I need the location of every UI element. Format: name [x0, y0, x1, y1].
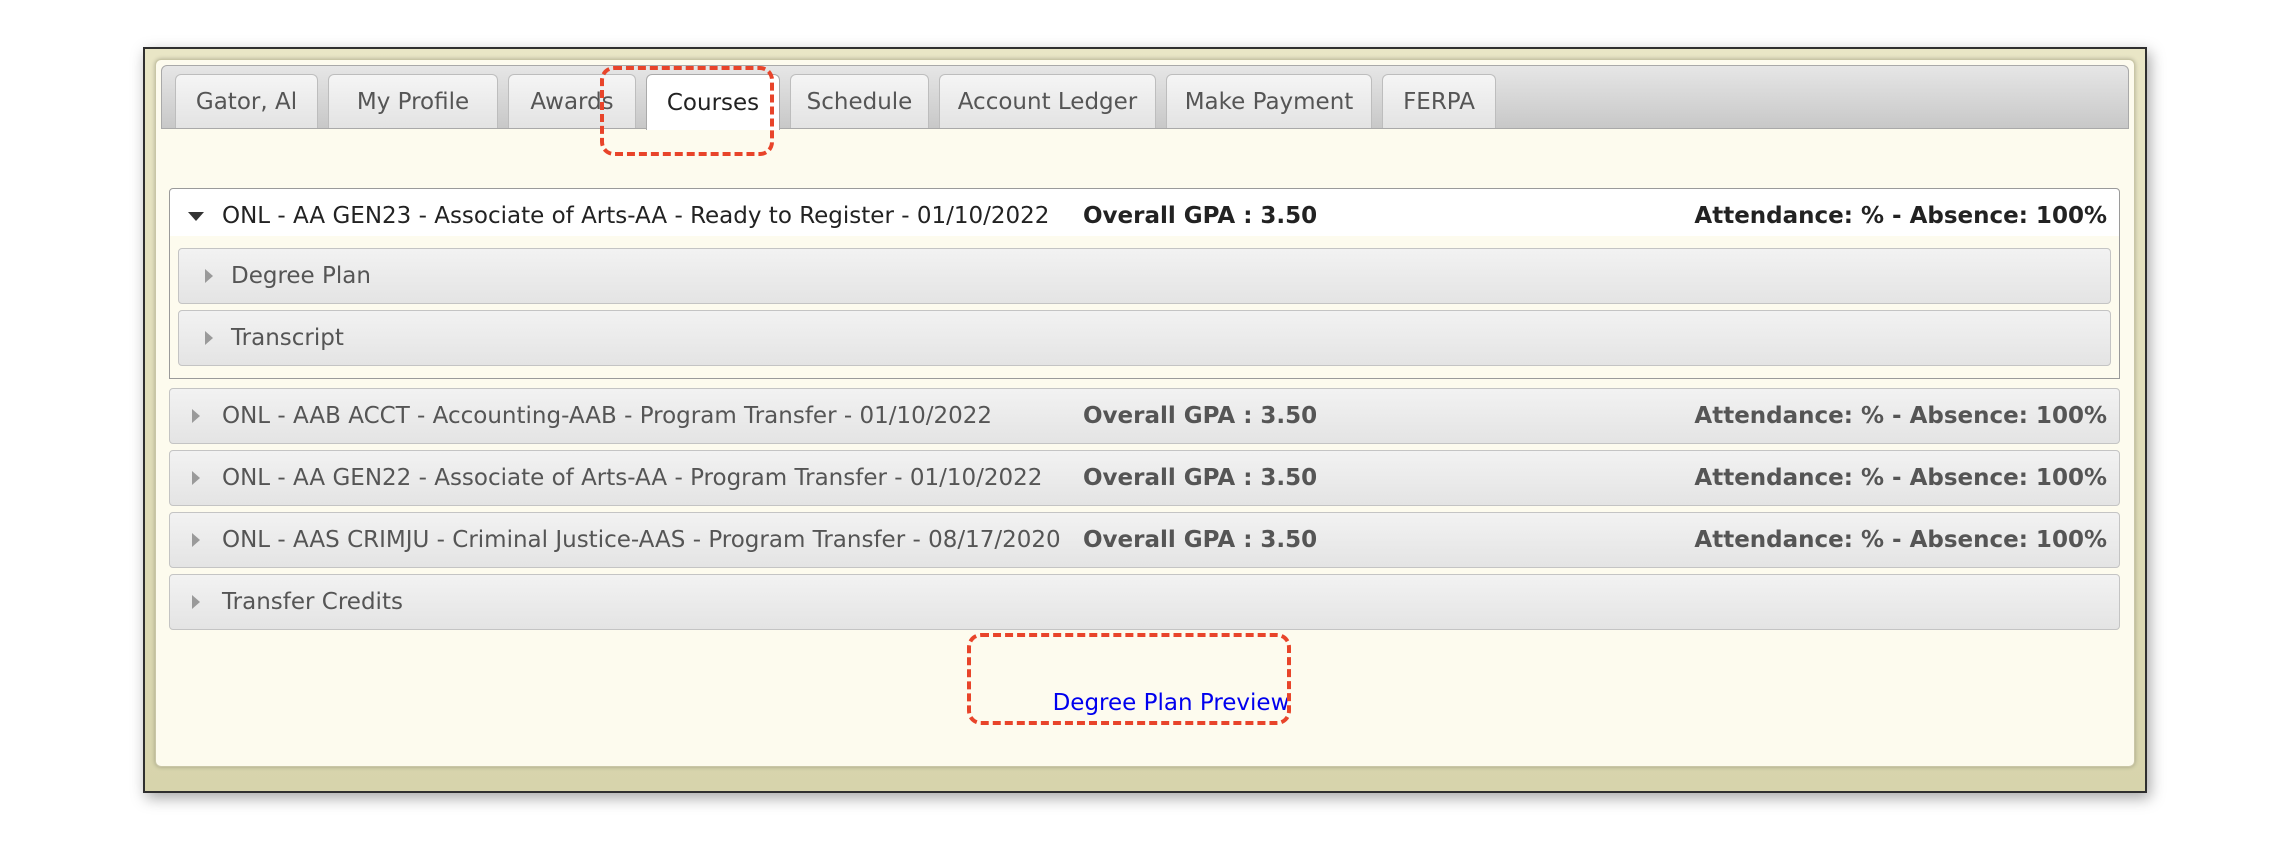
tab-courses[interactable]: Courses	[646, 74, 780, 130]
collapse-arrow-icon	[192, 533, 200, 547]
program-attendance: Attendance: % - Absence: 100%	[1694, 403, 2107, 429]
program-gpa: Overall GPA : 3.50	[1083, 527, 1318, 553]
collapse-arrow-icon	[192, 409, 200, 423]
transfer-credits-row[interactable]: Transfer Credits	[169, 574, 2120, 630]
program-gpa: Overall GPA : 3.50	[1083, 203, 1318, 229]
program-label: ONL - AA GEN22 - Associate of Arts-AA - …	[222, 465, 1043, 491]
program-label: ONL - AAB ACCT - Accounting-AAB - Progra…	[222, 403, 993, 429]
content-panel: Gator, Al My Profile Awards Courses Sche…	[155, 59, 2135, 767]
tab-ferpa[interactable]: FERPA	[1382, 74, 1496, 128]
program-details: Degree Plan Transcript	[169, 236, 2120, 379]
program-row-aab-acct[interactable]: ONL - AAB ACCT - Accounting-AAB - Progra…	[169, 388, 2120, 444]
program-label: ONL - AA GEN23 - Associate of Arts-AA - …	[222, 203, 1050, 229]
tab-awards[interactable]: Awards	[508, 74, 636, 128]
collapse-arrow-icon	[192, 471, 200, 485]
collapse-arrow-icon	[205, 331, 213, 345]
collapse-arrow-icon	[205, 269, 213, 283]
transcript-section[interactable]: Transcript	[178, 310, 2111, 366]
tab-my-profile[interactable]: My Profile	[328, 74, 498, 128]
tab-make-payment[interactable]: Make Payment	[1166, 74, 1372, 128]
program-row-aas-crimju[interactable]: ONL - AAS CRIMJU - Criminal Justice-AAS …	[169, 512, 2120, 568]
tab-schedule[interactable]: Schedule	[790, 74, 929, 128]
section-label: Transcript	[231, 325, 344, 351]
section-label: Degree Plan	[231, 263, 371, 289]
program-row-aa-gen22[interactable]: ONL - AA GEN22 - Associate of Arts-AA - …	[169, 450, 2120, 506]
program-attendance: Attendance: % - Absence: 100%	[1694, 465, 2107, 491]
collapse-arrow-icon	[192, 595, 200, 609]
tab-gator-al[interactable]: Gator, Al	[175, 74, 318, 128]
program-label: ONL - AAS CRIMJU - Criminal Justice-AAS …	[222, 527, 1061, 553]
tab-account-ledger[interactable]: Account Ledger	[939, 74, 1156, 128]
program-attendance: Attendance: % - Absence: 100%	[1694, 527, 2107, 553]
program-gpa: Overall GPA : 3.50	[1083, 403, 1318, 429]
program-gpa: Overall GPA : 3.50	[1083, 465, 1318, 491]
degree-plan-section[interactable]: Degree Plan	[178, 248, 2111, 304]
transfer-credits-label: Transfer Credits	[222, 589, 403, 615]
main-window: Gator, Al My Profile Awards Courses Sche…	[143, 47, 2147, 793]
degree-plan-preview-link[interactable]: Degree Plan Preview	[1011, 664, 1331, 742]
program-attendance: Attendance: % - Absence: 100%	[1694, 203, 2107, 229]
expand-arrow-icon	[188, 212, 204, 221]
tab-bar: Gator, Al My Profile Awards Courses Sche…	[161, 65, 2129, 130]
